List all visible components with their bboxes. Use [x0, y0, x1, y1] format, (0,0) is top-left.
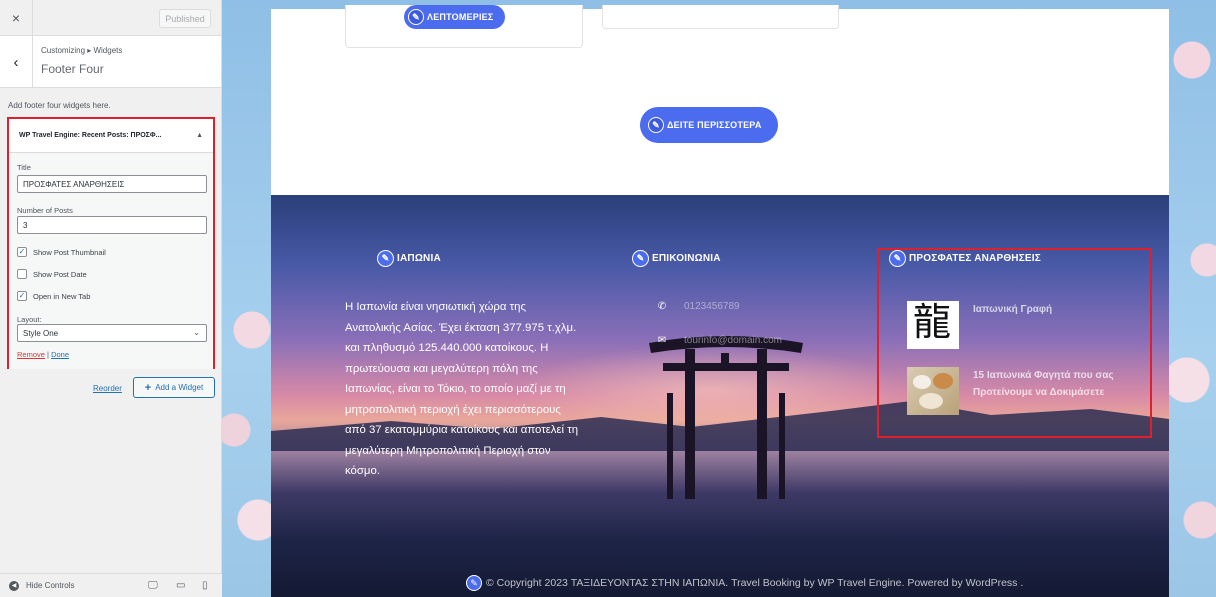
publish-button[interactable]: Published: [159, 9, 211, 28]
site-footer: ✎ ΙΑΠΩΝΙΑ Η Ιαπωνία είναι νησιωτική χώρα…: [271, 195, 1169, 597]
footer-title-contact: ✎ ΕΠΙΚΟΙΝΩΝΙΑ: [632, 250, 721, 267]
content-section: ✎ ΛΕΠΤΟΜΕΡΙΕΣ ✎ ΔΕΙΤΕ ΠΕΡΙΣΣΟΤΕΡΑ: [271, 5, 1169, 195]
close-customizer-button[interactable]: ×: [0, 0, 33, 36]
num-posts-input[interactable]: 3: [17, 216, 207, 234]
collapse-arrow-icon[interactable]: ▲: [196, 132, 203, 139]
tour-card-2: [602, 5, 839, 29]
post-title[interactable]: 15 Ιαπωνικά Φαγητά που σας Προτείνουμε ν…: [973, 367, 1143, 415]
title-label: Title: [17, 163, 31, 172]
close-icon: ×: [11, 10, 21, 26]
title-input[interactable]: ΠΡΟΣΦΑΤΕΣ ΑΝΑΡΘΗΣΕΙΣ: [17, 175, 207, 193]
add-widget-label: Add a Widget: [155, 383, 204, 392]
hide-controls-label[interactable]: Hide Controls: [26, 581, 74, 590]
see-more-button[interactable]: ✎ ΔΕΙΤΕ ΠΕΡΙΣΣΟΤΕΡΑ: [640, 107, 778, 143]
widget-actions: Remove | Done: [17, 350, 69, 359]
tour-card: ✎ ΛΕΠΤΟΜΕΡΙΕΣ: [345, 5, 583, 48]
widget-title: WP Travel Engine: Recent Posts: ΠΡΟΣΦ...: [19, 132, 162, 139]
new-tab-option[interactable]: ✓ Open in New Tab: [17, 291, 90, 301]
pencil-icon: ✎: [632, 250, 649, 267]
details-button[interactable]: ✎ ΛΕΠΤΟΜΕΡΙΕΣ: [404, 5, 506, 29]
desktop-preview-icon[interactable]: 🖵: [148, 580, 158, 591]
footer-title-recent-posts: ✎ ΠΡΟΣΦΑΤΕΣ ΑΝΑΡΘΗΣΕΙΣ: [889, 250, 1041, 267]
customizer-footer: ◀ Hide Controls 🖵 ▭ ▯: [0, 573, 222, 597]
post-thumbnail[interactable]: [907, 367, 959, 415]
email-icon: ✉: [657, 335, 667, 346]
contact-email[interactable]: ✉ tourinfo@domain.com: [656, 335, 782, 346]
about-japan-text: Η Ιαπωνία είναι νησιωτική χώρα της Ανατο…: [345, 301, 579, 477]
layout-label: Layout:: [17, 315, 42, 324]
mobile-preview-icon[interactable]: ▯: [202, 580, 208, 591]
pencil-icon: ✎: [648, 117, 664, 133]
section-header: ‹ Customizing ▸ Widgets Footer Four: [0, 36, 221, 88]
layout-select[interactable]: Style One ⌄: [17, 324, 207, 342]
pencil-icon: ✎: [889, 250, 906, 267]
add-widget-button[interactable]: + Add a Widget: [133, 377, 215, 398]
recent-posts-widget: WP Travel Engine: Recent Posts: ΠΡΟΣΦ...…: [7, 117, 215, 369]
post-title[interactable]: Ιαπωνική Γραφή: [973, 301, 1143, 349]
num-posts-label: Number of Posts: [17, 206, 73, 215]
new-tab-checkbox[interactable]: ✓: [17, 291, 27, 301]
see-more-label: ΔΕΙΤΕ ΠΕΡΙΣΣΟΤΕΡΑ: [667, 120, 762, 130]
copyright-text: © Copyright 2023 ΤΑΞΙΔΕΥΟΝΤΑΣ ΣΤΗΝ ΙΑΠΩΝ…: [486, 577, 1024, 589]
kanji-image: 龍: [913, 301, 952, 344]
contact-phone[interactable]: ✆ 0123456789: [656, 301, 740, 312]
chevron-left-icon: ‹: [13, 53, 19, 71]
show-date-option[interactable]: Show Post Date: [17, 269, 87, 279]
tablet-preview-icon[interactable]: ▭: [176, 580, 185, 591]
remove-link[interactable]: Remove: [17, 350, 45, 359]
pencil-icon[interactable]: ✎: [466, 575, 482, 591]
show-thumbnail-option[interactable]: ✓ Show Post Thumbnail: [17, 247, 106, 257]
done-link[interactable]: Done: [51, 350, 69, 359]
widget-form: Title ΠΡΟΣΦΑΤΕΣ ΑΝΑΡΘΗΣΕΙΣ Number of Pos…: [9, 153, 213, 369]
recent-post-item[interactable]: 15 Ιαπωνικά Φαγητά που σας Προτείνουμε ν…: [907, 367, 1143, 415]
section-description: Add footer four widgets here.: [8, 101, 111, 110]
post-thumbnail[interactable]: 龍: [907, 301, 959, 349]
layout-value: Style One: [23, 328, 59, 338]
show-date-checkbox[interactable]: [17, 269, 27, 279]
breadcrumb: Customizing ▸ Widgets: [41, 46, 123, 55]
recent-post-item[interactable]: 龍 Ιαπωνική Γραφή: [907, 301, 1143, 349]
details-label: ΛΕΠΤΟΜΕΡΙΕΣ: [427, 12, 494, 22]
phone-icon: ✆: [657, 301, 667, 312]
plus-icon: +: [144, 381, 152, 394]
widget-header[interactable]: WP Travel Engine: Recent Posts: ΠΡΟΣΦ...…: [9, 119, 213, 153]
show-thumbnail-label: Show Post Thumbnail: [33, 247, 106, 257]
chevron-down-icon: ⌄: [193, 328, 200, 337]
pencil-icon: ✎: [408, 9, 424, 25]
customizer-sidebar: × Published ‹ Customizing ▸ Widgets Foot…: [0, 0, 222, 597]
customizer-window: × Published ‹ Customizing ▸ Widgets Foot…: [0, 0, 1216, 597]
site-preview: ✎ ΛΕΠΤΟΜΕΡΙΕΣ ✎ ΔΕΙΤΕ ΠΕΡΙΣΣΟΤΕΡΑ ✎ ΙΑΠΩ…: [222, 0, 1216, 597]
copyright-bar: ✎ © Copyright 2023 ΤΑΞΙΔΕΥΟΝΤΑΣ ΣΤΗΝ ΙΑΠ…: [466, 575, 1023, 591]
customizer-header: × Published: [0, 0, 221, 36]
new-tab-label: Open in New Tab: [33, 291, 91, 301]
reorder-link[interactable]: Reorder: [93, 384, 122, 393]
footer-title-japan: ✎ ΙΑΠΩΝΙΑ: [377, 250, 441, 267]
hide-controls-icon[interactable]: ◀: [9, 580, 19, 591]
page-content: ✎ ΛΕΠΤΟΜΕΡΙΕΣ ✎ ΔΕΙΤΕ ΠΕΡΙΣΣΟΤΕΡΑ ✎ ΙΑΠΩ…: [271, 5, 1169, 597]
torii-gate-image: [649, 336, 803, 499]
pencil-icon: ✎: [377, 250, 394, 267]
action-separator: |: [47, 350, 49, 359]
section-title: Footer Four: [41, 62, 104, 76]
back-button[interactable]: ‹: [0, 36, 33, 88]
food-image: [913, 375, 931, 389]
show-thumbnail-checkbox[interactable]: ✓: [17, 247, 27, 257]
show-date-label: Show Post Date: [33, 269, 87, 279]
